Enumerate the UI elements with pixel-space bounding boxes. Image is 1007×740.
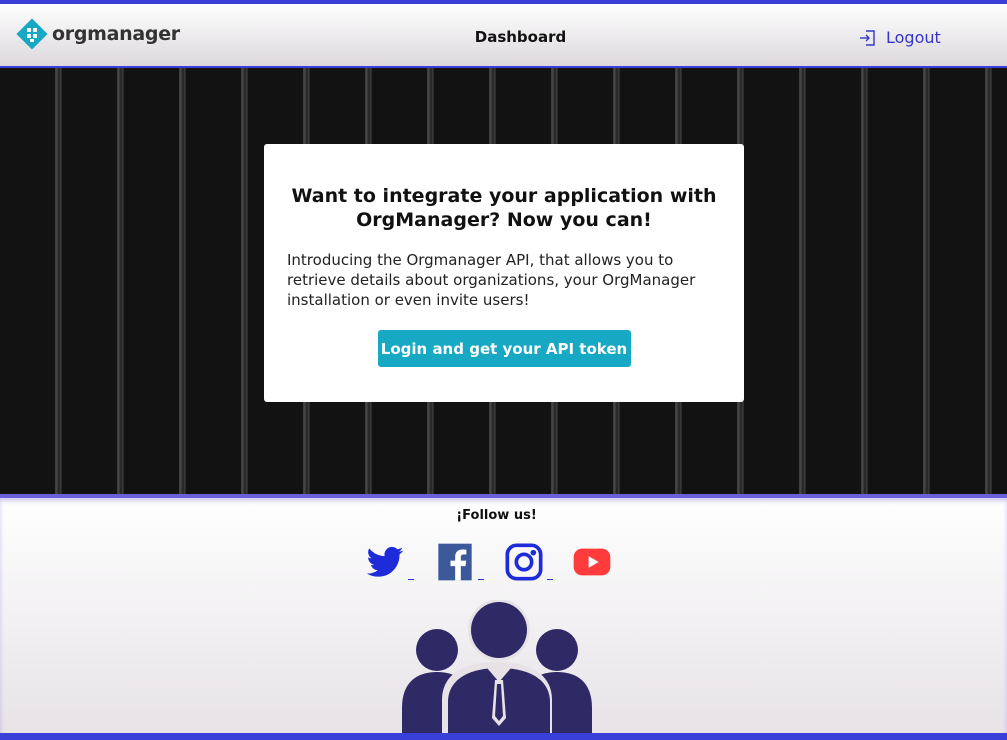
- follow-us-label: ¡Follow us!: [456, 508, 537, 523]
- logout-icon: [860, 29, 875, 46]
- youtube-icon: [573, 548, 611, 576]
- bottom-accent-bar: [0, 733, 1007, 740]
- facebook-link[interactable]: [434, 542, 484, 582]
- card-description: Introducing the Orgmanager API, that all…: [287, 251, 696, 309]
- instagram-link[interactable]: [503, 542, 553, 582]
- card-title-line-1: Want to integrate your application with: [291, 185, 717, 207]
- instagram-icon: [505, 543, 543, 581]
- top-navbar: orgmanager Dashboard Logout: [0, 0, 1007, 68]
- youtube-link[interactable]: [571, 542, 613, 582]
- logout-label: Logout: [886, 28, 941, 47]
- twitter-link[interactable]: [364, 542, 414, 582]
- footer: ¡Follow us!: [0, 494, 1007, 740]
- hero-section: Want to integrate your application with …: [0, 68, 1007, 494]
- facebook-icon: [438, 543, 472, 581]
- card-title-line-2: OrgManager? Now you can!: [356, 209, 652, 231]
- twitter-icon: [366, 546, 404, 577]
- card-title: Want to integrate your application with …: [287, 184, 721, 232]
- login-api-token-button[interactable]: Login and get your API token: [377, 330, 631, 367]
- logout-link[interactable]: Logout: [858, 28, 941, 47]
- nav-dashboard-link[interactable]: Dashboard: [0, 28, 1007, 46]
- team-people-icon: [402, 600, 592, 734]
- api-promo-card: Want to integrate your application with …: [264, 144, 744, 402]
